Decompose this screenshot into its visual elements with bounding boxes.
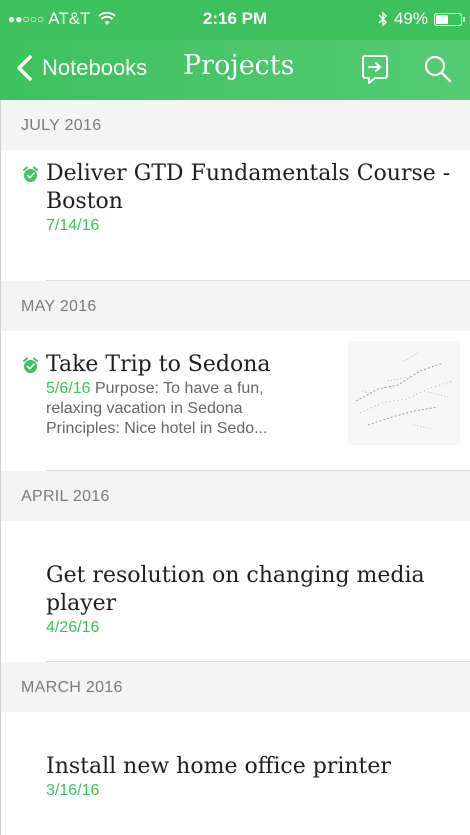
note-title: Deliver GTD Fundamentals Course - Boston [46,161,451,214]
notes-list: JULY 2016 Deliver GTD Fundamentals Cours… [0,100,470,835]
page-title: Projects [183,50,295,81]
note-meta: 7/14/16 [46,216,470,236]
section-header-april-2016: APRIL 2016 [0,471,470,521]
note-meta: 3/16/16 [46,781,470,801]
note-item[interactable]: Install new home office printer 3/16/16 [0,712,470,835]
note-item[interactable]: Deliver GTD Fundamentals Course - Boston… [0,150,470,281]
battery-fill [436,14,448,24]
handwritten-sketch-image [355,352,453,430]
note-item[interactable]: Get resolution on changing media player … [0,521,470,662]
back-button[interactable]: Notebooks [14,53,147,83]
note-date: 7/14/16 [46,217,100,234]
left-edge [0,100,1,835]
back-label: Notebooks [42,55,148,80]
section-header-march-2016: MARCH 2016 [0,662,470,712]
note-meta: 4/26/16 [46,618,470,638]
bluetooth-icon [378,11,387,27]
section-header-july-2016: JULY 2016 [0,100,470,150]
note-thumbnail [348,341,460,445]
note-title: Install new home office printer [46,754,391,779]
status-right: 49% [378,9,465,29]
battery-percent: 49% [393,9,428,28]
chevron-left-icon [17,55,32,81]
search-icon[interactable] [421,52,455,86]
note-date: 4/26/16 [46,619,100,636]
alarm-clock-icon [23,357,38,373]
note-date: 3/16/16 [46,782,100,799]
note-snippet-line3: Principles: Nice hotel in Sedo... [46,420,268,437]
divider [46,470,470,471]
note-snippet-line2: relaxing vacation in Sedona [46,400,243,417]
divider [46,661,470,662]
status-bar: ●●○○○ AT&T 2:16 PM 49% [0,0,470,40]
battery-icon [434,12,465,26]
section-header-may-2016: MAY 2016 [0,281,470,331]
alarm-clock-icon [23,166,38,182]
note-snippet-line1: Purpose: To have a fun, [94,380,264,397]
share-note-icon[interactable] [358,52,392,86]
divider [46,280,470,281]
note-title: Get resolution on changing media player [46,563,425,616]
nav-bar: Notebooks Projects [0,40,470,100]
note-item[interactable]: Take Trip to Sedona 5/6/16 Purpose: To h… [0,331,470,471]
note-date: 5/6/16 [46,380,91,397]
